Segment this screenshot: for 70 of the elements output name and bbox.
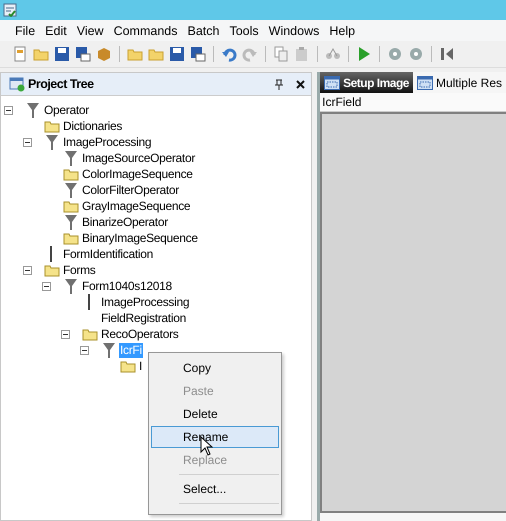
menu-item[interactable]: Select... <box>151 478 279 500</box>
close-icon[interactable] <box>296 80 306 88</box>
folder-icon <box>120 359 136 373</box>
funnel-icon <box>46 134 58 150</box>
menu-item[interactable]: Delete <box>151 403 279 425</box>
box-icon[interactable] <box>96 46 112 62</box>
tree-item[interactable]: ImageProcessing <box>100 294 190 310</box>
save-icon[interactable] <box>169 46 185 62</box>
first-icon[interactable] <box>439 46 455 62</box>
menu-item[interactable]: Tools <box>224 24 264 38</box>
tree-item[interactable]: Form1040s12018 <box>81 278 173 294</box>
tree-item[interactable]: ImageProcessing <box>62 134 152 150</box>
collapse-icon[interactable] <box>61 330 70 338</box>
pin-icon[interactable] <box>275 78 284 90</box>
document-tab[interactable]: Setup Image <box>320 72 413 93</box>
panel-title: Project Tree <box>28 77 95 91</box>
funnel-icon <box>64 182 76 198</box>
window-icon <box>324 76 340 90</box>
folder-icon <box>62 199 78 213</box>
tree-item[interactable]: Dictionaries <box>62 118 124 134</box>
tree-item[interactable]: FormIdentification <box>62 246 154 262</box>
menu-item[interactable]: Copy <box>151 357 279 379</box>
play-icon[interactable] <box>356 46 372 62</box>
copy-icon[interactable] <box>273 46 289 62</box>
collapse-icon[interactable] <box>23 266 32 274</box>
funnel-icon <box>26 102 38 118</box>
tree-item[interactable]: GrayImageSequence <box>81 198 192 214</box>
document-tab[interactable]: Multiple Res <box>412 72 506 93</box>
tree-item[interactable]: RecoOperators <box>100 326 180 342</box>
tree-item[interactable]: Operator <box>43 102 90 118</box>
folder-icon <box>62 231 78 245</box>
folder-icon <box>44 263 60 277</box>
menu-item[interactable]: Commands <box>108 24 182 38</box>
collapse-icon[interactable] <box>23 138 32 146</box>
window-icon <box>416 76 433 90</box>
tree-item[interactable]: ImageSourceOperator <box>81 150 196 166</box>
document-title: IcrField <box>320 93 506 112</box>
tree-item[interactable]: FieldRegistration <box>100 310 187 326</box>
funnel-icon <box>64 214 76 230</box>
project-tree-icon <box>9 76 25 92</box>
folder-icon <box>62 167 78 181</box>
collapse-icon[interactable] <box>42 282 51 290</box>
funnel-icon <box>64 150 76 166</box>
line-icon <box>50 246 53 262</box>
tree-item[interactable]: ColorImageSequence <box>81 166 194 182</box>
menu-item[interactable]: Windows <box>264 24 324 38</box>
funnel-icon <box>64 278 76 294</box>
collapse-icon[interactable] <box>80 346 89 354</box>
menu-item[interactable]: Edit <box>40 24 72 38</box>
saveas-icon[interactable] <box>75 46 91 62</box>
save-icon[interactable] <box>54 46 70 62</box>
doc-icon[interactable] <box>12 46 28 62</box>
app-icon <box>3 3 17 17</box>
tree-item[interactable]: BinarizeOperator <box>81 214 169 230</box>
tree-item[interactable]: ColorFilterOperator <box>81 182 180 198</box>
tree-item[interactable]: Forms <box>62 262 96 278</box>
undo-icon[interactable] <box>221 46 237 62</box>
folder-icon <box>82 327 98 341</box>
menu-item[interactable]: File <box>10 24 40 38</box>
menu-item[interactable]: Batch <box>182 24 224 38</box>
funnel-icon <box>102 342 114 358</box>
folder-icon <box>44 119 60 133</box>
line-icon <box>88 294 91 310</box>
tree-item[interactable]: I <box>138 358 144 374</box>
tree-item[interactable]: BinaryImageSequence <box>81 230 199 246</box>
saveas-icon[interactable] <box>190 46 206 62</box>
menu-item[interactable]: Rename <box>151 426 279 448</box>
collapse-icon[interactable] <box>4 106 13 114</box>
menu-item[interactable]: Help <box>324 24 360 38</box>
menu-item[interactable]: View <box>72 24 109 38</box>
